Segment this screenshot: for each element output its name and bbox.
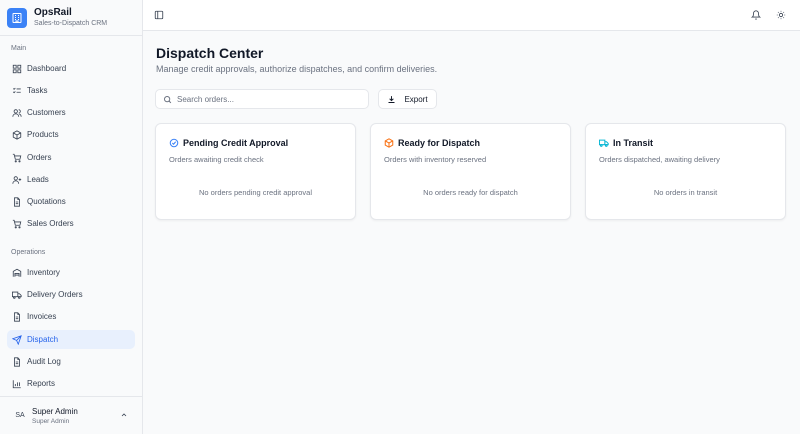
sidebar-item-orders[interactable]: Orders <box>7 148 135 167</box>
sidebar-item-label: Inventory <box>27 268 60 277</box>
search-input[interactable] <box>177 94 357 104</box>
user-menu[interactable]: SA Super Admin Super Admin <box>0 396 142 434</box>
card-title: Ready for Dispatch <box>398 138 481 148</box>
chevron-up-icon[interactable] <box>120 411 128 419</box>
page-title: Dispatch Center <box>156 45 264 61</box>
sidebar-item-label: Delivery Orders <box>27 290 83 299</box>
sidebar-item-dashboard[interactable]: Dashboard <box>7 59 135 78</box>
sidebar: OpsRail Sales-to-Dispatch CRM Main Dashb… <box>0 0 143 434</box>
cart-icon <box>12 153 22 162</box>
sidebar-item-tasks[interactable]: Tasks <box>7 81 135 100</box>
section-label-main: Main <box>11 45 27 52</box>
card-empty-state: No orders in transit <box>653 188 718 197</box>
sidebar-item-leads[interactable]: Leads <box>7 170 135 189</box>
sidebar-item-label: Orders <box>27 153 52 162</box>
sidebar-item-label: Products <box>27 130 59 139</box>
search-icon <box>164 95 172 103</box>
dashboard-icon <box>12 64 22 73</box>
sidebar-item-delivery-orders[interactable]: Delivery Orders <box>7 285 135 304</box>
bell-icon <box>751 10 761 20</box>
card-in-transit: In Transit Orders dispatched, awaiting d… <box>585 123 786 220</box>
sidebar-item-quotations[interactable]: Quotations <box>7 192 135 211</box>
send-icon <box>12 334 22 345</box>
notifications-button[interactable] <box>749 8 763 22</box>
brand[interactable]: OpsRail Sales-to-Dispatch CRM <box>0 0 142 36</box>
truck-icon <box>599 139 609 147</box>
card-empty-state: No orders ready for dispatch <box>423 188 518 197</box>
sidebar-toggle-button[interactable] <box>152 8 166 22</box>
sidebar-item-label: Sales Orders <box>27 219 74 228</box>
card-ready-for-dispatch: Ready for Dispatch Orders with inventory… <box>370 123 571 220</box>
card-subtitle: Orders dispatched, awaiting delivery <box>599 155 720 164</box>
sun-icon <box>776 10 786 20</box>
sidebar-item-label: Quotations <box>27 197 66 206</box>
logo-icon <box>7 7 27 28</box>
avatar: SA <box>15 412 25 419</box>
main-content: Dispatch Center Manage credit approvals,… <box>143 31 800 434</box>
card-pending-credit-approval: Pending Credit Approval Orders awaiting … <box>155 123 356 220</box>
bar-chart-icon <box>12 379 21 388</box>
export-label: Export <box>404 94 428 104</box>
sidebar-item-sales-orders[interactable]: Sales Orders <box>7 214 135 233</box>
sidebar-item-label: Reports <box>27 379 56 388</box>
sidebar-item-label: Leads <box>27 175 49 184</box>
package-icon <box>384 138 394 148</box>
user-role: Super Admin <box>32 417 70 425</box>
document-icon <box>14 311 20 322</box>
sidebar-item-label: Dispatch <box>27 335 59 344</box>
document-icon <box>14 196 20 207</box>
brand-name: OpsRail <box>34 6 72 18</box>
user-plus-icon <box>12 175 22 184</box>
card-subtitle: Orders with inventory reserved <box>384 155 487 164</box>
page-subtitle: Manage credit approvals, authorize dispa… <box>156 64 438 74</box>
export-button[interactable]: Export <box>378 89 437 109</box>
sidebar-item-products[interactable]: Products <box>7 125 135 144</box>
card-subtitle: Orders awaiting credit check <box>169 155 264 164</box>
customers-icon <box>12 108 22 117</box>
box-icon <box>12 129 22 140</box>
sidebar-item-label: Customers <box>27 108 66 117</box>
sidebar-item-label: Audit Log <box>27 357 61 366</box>
sidebar-item-label: Tasks <box>27 86 48 95</box>
check-circle-icon <box>169 138 179 148</box>
sidebar-item-dispatch[interactable]: Dispatch <box>7 330 135 349</box>
warehouse-icon <box>12 268 22 277</box>
card-title: Pending Credit Approval <box>183 138 289 148</box>
download-icon <box>388 95 395 103</box>
document-icon <box>14 356 20 367</box>
truck-icon <box>12 291 22 299</box>
topbar <box>143 0 800 31</box>
sidebar-item-inventory[interactable]: Inventory <box>7 263 135 282</box>
tasks-icon <box>12 87 21 93</box>
card-title: In Transit <box>613 138 654 148</box>
sidebar-item-audit-log[interactable]: Audit Log <box>7 352 135 371</box>
sidebar-item-reports[interactable]: Reports <box>7 374 135 393</box>
sidebar-item-invoices[interactable]: Invoices <box>7 307 135 326</box>
user-name: Super Admin <box>32 406 78 416</box>
sidebar-item-label: Dashboard <box>27 64 67 73</box>
sidebar-item-label: Invoices <box>27 312 57 321</box>
cart-icon <box>12 219 22 228</box>
card-empty-state: No orders pending credit approval <box>199 188 312 197</box>
brand-subtitle: Sales-to-Dispatch CRM <box>34 19 108 27</box>
theme-toggle-button[interactable] <box>774 8 788 22</box>
sidebar-item-customers[interactable]: Customers <box>7 103 135 122</box>
search-box[interactable] <box>155 89 369 109</box>
section-label-operations: Operations <box>11 249 46 256</box>
panel-left-icon <box>154 10 164 20</box>
